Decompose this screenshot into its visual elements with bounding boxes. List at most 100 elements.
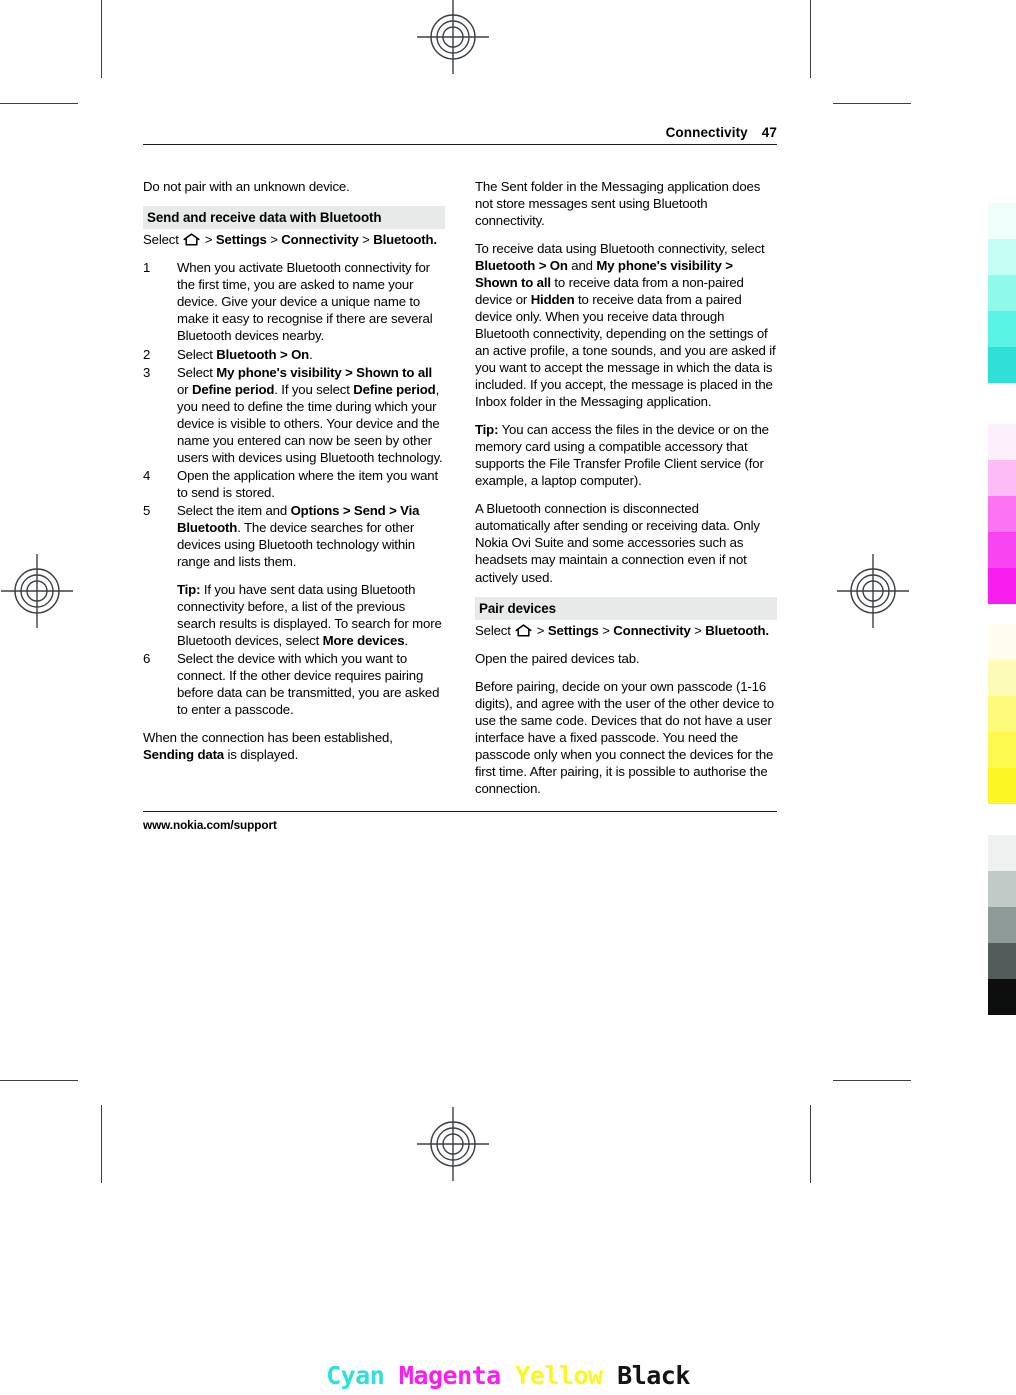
color-swatch — [988, 496, 1016, 532]
cropmark-top-left-horizontal — [0, 103, 78, 104]
color-swatch — [988, 203, 1016, 239]
step-number-4: 4 — [143, 467, 151, 483]
paragraph-do-not-pair: Do not pair with an unknown device. — [143, 178, 350, 194]
receive-t1: To receive data using Bluetooth connecti… — [475, 240, 765, 256]
path-sep-2-right: > — [598, 622, 614, 638]
receive-on: On — [549, 257, 568, 273]
path-bluetooth-right: Bluetooth. — [705, 622, 769, 638]
path-settings: Settings — [215, 232, 267, 248]
color-swatch — [988, 532, 1016, 568]
black-group — [988, 835, 1016, 1015]
color-swatch — [988, 732, 1016, 768]
step-number-1: 1 — [143, 260, 151, 276]
step-3-define-period: Define period — [191, 381, 275, 397]
path-sep-3: > — [358, 232, 374, 248]
step-2-t3: . — [309, 346, 313, 362]
cropmark-bottom-left-horizontal — [0, 1080, 78, 1081]
cmyk-black-label: Black — [617, 1361, 690, 1390]
color-swatch — [988, 660, 1016, 696]
registration-mark-right — [836, 554, 910, 628]
paragraph-tip-file-transfer: Tip: You can access the files in the dev… — [475, 421, 777, 489]
color-swatch — [988, 835, 1016, 871]
path-settings-right: Settings — [547, 622, 599, 638]
cropmark-top-left-vertical — [101, 0, 102, 78]
color-swatch — [988, 311, 1016, 347]
home-icon — [515, 624, 532, 637]
magenta-group — [988, 424, 1016, 604]
running-header-chapter: Connectivity — [665, 125, 748, 140]
color-swatch — [988, 239, 1016, 275]
step-2-sep: > — [276, 346, 292, 362]
step-item-5: 5 Select the item and Options > Send > Vi… — [143, 502, 445, 649]
step-number-3: 3 — [143, 364, 151, 380]
step-3-visibility: My phone's visibility — [216, 364, 342, 380]
receive-t6: to receive data from a paired device onl… — [475, 292, 776, 410]
receive-t3: and — [567, 257, 597, 273]
step-3-t4: . If you select — [274, 381, 354, 397]
menu-path-bluetooth-right: Select > Settings > Connectivity > Bluet… — [475, 622, 777, 639]
paragraph-auto-disconnect: A Bluetooth connection is disconnected a… — [475, 501, 760, 585]
color-swatch — [988, 424, 1016, 460]
color-swatch — [988, 347, 1016, 383]
paragraph-sent-folder: The Sent folder in the Messaging applica… — [475, 178, 761, 228]
step-number-5: 5 — [143, 502, 151, 518]
right-column: The Sent folder in the Messaging applica… — [475, 178, 777, 797]
registration-mark-left — [0, 554, 74, 628]
path-bluetooth: Bluetooth. — [373, 232, 437, 248]
paragraph-open-paired-tab: Open the paired devices tab. — [475, 651, 640, 666]
cmyk-caption: Cyan Magenta Yellow Black — [0, 1361, 1016, 1390]
step-item-1: 1 When you activate Bluetooth connectivit… — [143, 259, 445, 344]
section-heading-send-receive: Send and receive data with Bluetooth — [143, 205, 445, 230]
closing-sending-data: Sending data — [143, 747, 224, 763]
path-select-label: Select — [143, 232, 179, 248]
receive-hidden: Hidden — [530, 292, 575, 308]
color-swatch — [988, 768, 1016, 804]
color-swatch — [988, 460, 1016, 496]
path-connectivity: Connectivity — [281, 232, 359, 248]
tip-text-right: You can access the files in the device o… — [475, 422, 769, 489]
step-number-6: 6 — [143, 651, 151, 667]
tip-more-devices: More devices — [322, 633, 405, 648]
step-5-sep-2: > — [385, 502, 401, 518]
tip-label-left: Tip: — [177, 581, 201, 597]
two-column-body: Do not pair with an unknown device. Send… — [143, 178, 777, 797]
left-column: Do not pair with an unknown device. Send… — [143, 178, 445, 797]
step-2-on: On — [291, 346, 310, 362]
step-item-3: 3 Select My phone's visibility > Shown to… — [143, 364, 445, 466]
step-item-4: 4 Open the application where the item you… — [143, 467, 445, 501]
color-swatch — [988, 943, 1016, 979]
color-swatch — [988, 696, 1016, 732]
cropmark-top-right-vertical — [810, 0, 811, 78]
step-item-6: 6 Select the device with which you want t… — [143, 650, 445, 718]
receive-visibility: My phone's visibility — [596, 257, 722, 273]
step-number-2: 2 — [143, 346, 151, 362]
cmyk-magenta-label: Magenta — [398, 1361, 501, 1390]
home-icon — [183, 233, 200, 246]
manual-page: Connectivity 47 Do not pair with an unkno… — [143, 125, 777, 833]
receive-sep-2: > — [721, 257, 733, 273]
footer-url: www.nokia.com/support — [143, 818, 277, 833]
step-3-t3: or — [177, 381, 192, 397]
receive-shown-to-all: Shown to all — [475, 275, 551, 290]
step-3-shown-to-all: Shown to all — [356, 364, 433, 380]
paragraph-passcode: Before pairing, decide on your own passc… — [475, 679, 774, 797]
path-sep-3-right: > — [690, 622, 706, 638]
yellow-group — [988, 624, 1016, 804]
header-rule — [143, 143, 777, 145]
step-item-2: 2 Select Bluetooth > On. — [143, 346, 445, 363]
step-text-1: When you activate Bluetooth connectivity… — [177, 260, 433, 344]
paragraph-receive-data: To receive data using Bluetooth connecti… — [475, 240, 777, 410]
closing-t2: is displayed. — [224, 747, 299, 763]
step-3-t1: Select — [177, 364, 217, 380]
cropmark-bottom-left-vertical — [101, 1105, 102, 1183]
color-swatch — [988, 624, 1016, 660]
step-3-sep: > — [341, 364, 357, 380]
step-text-6: Select the device with which you want to… — [177, 651, 440, 718]
cropmark-top-right-horizontal — [833, 103, 911, 104]
step-3-define-period-2: Define period — [353, 381, 436, 397]
tip-label-right: Tip: — [475, 422, 499, 438]
path-sep-1: > — [201, 232, 216, 248]
step-5-tip: Tip: If you have sent data using Bluetoo… — [177, 581, 445, 649]
registration-mark-top — [416, 0, 490, 74]
receive-sep-1: > — [535, 257, 550, 273]
